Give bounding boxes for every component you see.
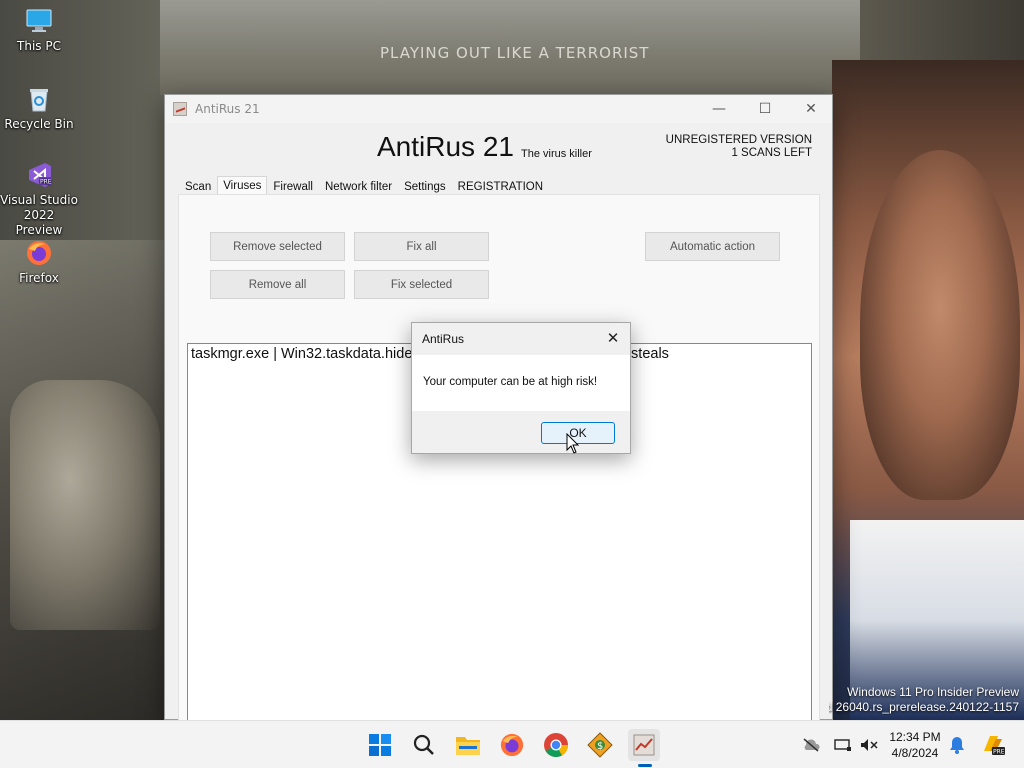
taskbar: $ 12:34 PM 4/8/2024 PRE bbox=[0, 720, 1024, 768]
antirus-app-icon bbox=[173, 102, 187, 116]
monitor-icon bbox=[24, 6, 54, 36]
wallpaper-left-figure bbox=[10, 380, 160, 630]
desktop-icon-label: Recycle Bin bbox=[4, 117, 74, 131]
registration-status: UNREGISTERED VERSION 1 SCANS LEFT bbox=[666, 134, 812, 160]
notification-bell-icon[interactable] bbox=[946, 721, 968, 768]
tab-registration[interactable]: REGISTRATION bbox=[452, 177, 549, 195]
taskbar-clock[interactable]: 12:34 PM 4/8/2024 bbox=[880, 729, 950, 761]
start-icon[interactable] bbox=[364, 729, 396, 761]
scans-left-label: 1 SCANS LEFT bbox=[731, 147, 812, 159]
desktop-icon-label: Firefox bbox=[19, 271, 59, 285]
alert-dialog: AntiRus ✕ Your computer can be at high r… bbox=[411, 322, 631, 454]
desktop-icon-label: This PC bbox=[17, 39, 61, 53]
clock-date: 4/8/2024 bbox=[891, 746, 939, 760]
cloud-offline-icon[interactable] bbox=[800, 721, 822, 768]
app-name-heading: AntiRus 21 bbox=[377, 131, 514, 162]
desktop-icon-label-line1: Visual Studio bbox=[0, 193, 78, 207]
remove-all-button[interactable]: Remove all bbox=[210, 270, 345, 299]
window-title: AntiRus 21 bbox=[195, 102, 260, 116]
tab-network-filter[interactable]: Network filter bbox=[319, 177, 398, 195]
desktop-icon-visual-studio[interactable]: PRE Visual Studio 2022 Preview bbox=[0, 160, 78, 238]
svg-text:PRE: PRE bbox=[993, 749, 1005, 756]
svg-text:PRE: PRE bbox=[40, 179, 52, 186]
copilot-preview-icon[interactable]: PRE bbox=[978, 721, 1008, 768]
maximize-button[interactable]: ☐ bbox=[742, 95, 788, 123]
automatic-action-button[interactable]: Automatic action bbox=[645, 232, 780, 261]
dialog-message: Your computer can be at high risk! bbox=[423, 376, 598, 388]
search-icon[interactable] bbox=[408, 729, 440, 761]
windows-watermark: Windows 11 Pro Insider Preview Evaluatio… bbox=[829, 685, 1019, 715]
tab-strip: Scan Viruses Firewall Network filter Set… bbox=[179, 175, 549, 196]
network-icon[interactable] bbox=[832, 721, 854, 768]
file-explorer-icon[interactable] bbox=[452, 729, 484, 761]
desktop-icon-this-pc[interactable]: This PC bbox=[0, 6, 78, 54]
wallpaper-portrait bbox=[860, 150, 1020, 500]
firefox-taskbar-icon[interactable] bbox=[496, 729, 528, 761]
dialog-title: AntiRus bbox=[422, 332, 465, 346]
dialog-body: Your computer can be at high risk! bbox=[412, 355, 630, 411]
mouse-cursor-icon bbox=[566, 433, 580, 454]
fix-all-button[interactable]: Fix all bbox=[354, 232, 489, 261]
tab-viruses[interactable]: Viruses bbox=[217, 176, 268, 196]
desktop-icon-label-line2: 2022 Preview bbox=[15, 208, 63, 237]
clock-time: 12:34 PM bbox=[889, 730, 941, 744]
tab-firewall[interactable]: Firewall bbox=[267, 177, 319, 195]
unregistered-label: UNREGISTERED VERSION bbox=[665, 134, 812, 146]
antirus-taskbar-icon[interactable] bbox=[628, 729, 660, 761]
desktop-icon-firefox[interactable]: Firefox bbox=[0, 238, 78, 286]
app-tagline: The virus killer bbox=[521, 148, 592, 160]
watermark-edition: Windows 11 Pro Insider Preview bbox=[847, 685, 1019, 699]
svg-text:$: $ bbox=[597, 741, 603, 752]
dialog-close-button[interactable]: ✕ bbox=[602, 327, 624, 349]
desktop-icon-recycle-bin[interactable]: Recycle Bin bbox=[0, 84, 78, 132]
tab-settings[interactable]: Settings bbox=[398, 177, 452, 195]
close-button[interactable]: ✕ bbox=[788, 95, 834, 123]
tab-scan[interactable]: Scan bbox=[179, 177, 217, 195]
visual-studio-icon: PRE bbox=[24, 160, 54, 190]
minimize-button[interactable]: — bbox=[696, 95, 742, 123]
setup-icon[interactable]: $ bbox=[584, 729, 616, 761]
fix-selected-button[interactable]: Fix selected bbox=[354, 270, 489, 299]
active-app-indicator bbox=[638, 764, 652, 767]
volume-muted-icon[interactable] bbox=[858, 721, 880, 768]
watermark-build: Evaluation copy. Build 26040.rs_prerelea… bbox=[829, 700, 1019, 714]
firefox-icon bbox=[24, 238, 54, 268]
window-titlebar[interactable]: AntiRus 21 — ☐ ✕ bbox=[165, 95, 832, 123]
recycle-bin-icon bbox=[24, 84, 54, 114]
remove-selected-button[interactable]: Remove selected bbox=[210, 232, 345, 261]
chrome-icon[interactable] bbox=[540, 729, 572, 761]
wallpaper-text: PLAYING OUT LIKE A TERRORIST bbox=[380, 44, 650, 62]
